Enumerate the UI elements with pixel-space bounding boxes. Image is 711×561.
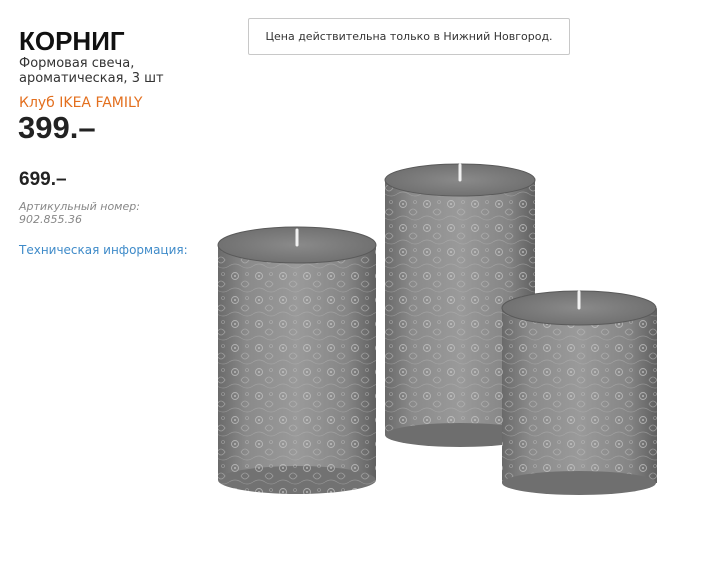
- product-title: КОРНИГ: [19, 26, 125, 56]
- family-club-label: Клуб IKEA FAMILY: [19, 95, 143, 111]
- product-description: Формовая свеча, ароматическая, 3 шт: [19, 56, 164, 86]
- price-region-notice-text: Цена действительна только в Нижний Новго…: [265, 30, 553, 43]
- price-region-notice: Цена действительна только в Нижний Новго…: [248, 18, 570, 55]
- candle-left: [217, 226, 377, 494]
- technical-info-link[interactable]: Техническая информация:: [19, 243, 188, 257]
- family-price: 399.–: [18, 110, 96, 145]
- article-number: Артикульный номер: 902.855.36: [19, 200, 140, 226]
- regular-price: 699.–: [19, 169, 67, 190]
- candle-right: [501, 290, 657, 495]
- product-image: [217, 163, 657, 495]
